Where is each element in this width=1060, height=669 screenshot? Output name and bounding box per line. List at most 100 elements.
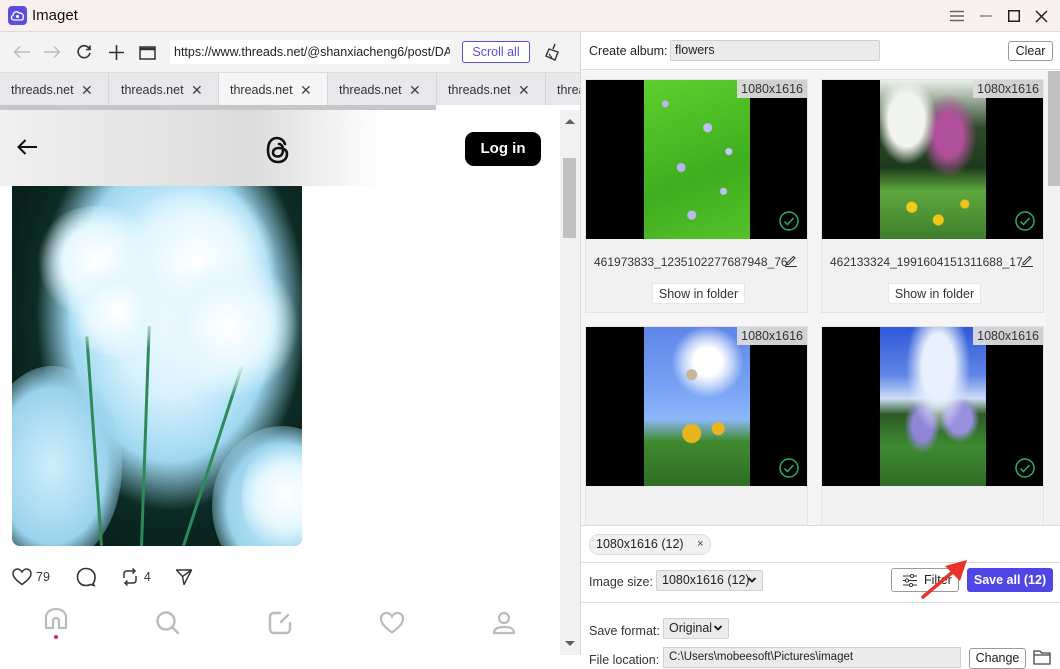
like-button[interactable]: 79 (12, 568, 50, 586)
resolution-badge: 1080x1616 (973, 327, 1043, 345)
chip-remove-icon[interactable]: × (697, 535, 703, 554)
save-format-label: Save format: (589, 624, 660, 638)
scroll-all-button[interactable]: Scroll all (462, 41, 530, 63)
tab-close-icon[interactable]: ✕ (300, 73, 312, 105)
url-input[interactable]: https://www.threads.net/@shanxiacheng6/p… (170, 40, 450, 64)
edit-pencil-icon[interactable] (784, 253, 798, 267)
album-name-input[interactable]: flowers (670, 40, 880, 61)
output-settings: Save format: Original File location: C:\… (581, 603, 1060, 669)
app-logo-icon (8, 6, 27, 25)
clear-broom-icon[interactable] (543, 42, 563, 62)
open-folder-icon[interactable] (1033, 649, 1051, 665)
create-album-label: Create album: (589, 44, 668, 58)
check-circle-icon[interactable] (1015, 211, 1035, 231)
profile-icon[interactable] (489, 608, 519, 638)
tab-3-active[interactable]: threads.net ✕ (219, 73, 328, 105)
show-in-folder-button[interactable]: Show in folder (888, 283, 981, 304)
image-card[interactable]: 1080x1616 461973833_1235102277687948_76 … (585, 79, 808, 313)
tab-2[interactable]: threads.net ✕ (110, 73, 219, 105)
title-bar: Imaget (0, 0, 1060, 32)
tab-close-icon[interactable]: ✕ (409, 73, 421, 105)
tab-close-icon[interactable]: ✕ (518, 73, 530, 105)
search-icon[interactable] (153, 608, 183, 638)
app-title: Imaget (32, 7, 78, 24)
resolution-badge: 1080x1616 (737, 80, 807, 98)
check-circle-icon[interactable] (779, 458, 799, 478)
show-in-folder-button[interactable]: Show in folder (652, 283, 745, 304)
image-filename: 462133324_1991604151311688_17 (830, 255, 1023, 269)
close-icon[interactable] (1031, 6, 1051, 26)
image-thumbnail[interactable]: 1080x1616 (822, 327, 1043, 486)
chevron-down-icon (713, 619, 723, 645)
tab-bar: threads.net ✕ threads.net ✕ threads.net ✕ t… (0, 72, 580, 105)
minimize-icon[interactable] (976, 6, 996, 26)
image-size-label: Image size: (589, 575, 653, 589)
photo-agapanthus-ferris-wheel (880, 327, 986, 486)
save-format-select[interactable]: Original (663, 618, 729, 639)
size-filter-chip[interactable]: 1080x1616 (12) × (589, 534, 711, 555)
maximize-icon[interactable] (1004, 6, 1024, 26)
reposts-count: 4 (143, 570, 151, 584)
tab-1[interactable]: threads.net ✕ (0, 73, 109, 105)
gallery-scrollbar-thumb[interactable] (1048, 71, 1060, 186)
home-icon[interactable] (41, 607, 71, 639)
imaget-panel: Create album: flowers Clear 1080x1616 46… (580, 32, 1060, 669)
compose-icon[interactable] (265, 608, 295, 638)
back-icon[interactable] (11, 41, 33, 63)
image-thumbnail[interactable]: 1080x1616 (822, 80, 1043, 239)
post-image[interactable] (12, 186, 302, 546)
repost-button[interactable]: 4 (120, 567, 151, 587)
image-gallery: 1080x1616 461973833_1235102277687948_76 … (581, 71, 1060, 525)
save-all-button[interactable]: Save all (12) (967, 568, 1053, 592)
threads-logo-icon[interactable] (263, 134, 293, 171)
photo-garden-trees-sunflowers (880, 80, 986, 239)
create-album-row: Create album: flowers Clear (581, 32, 1060, 70)
send-icon (175, 569, 193, 586)
reload-icon[interactable] (73, 41, 95, 63)
image-thumbnail[interactable]: 1080x1616 (586, 327, 807, 486)
change-location-button[interactable]: Change (969, 648, 1026, 669)
check-circle-icon[interactable] (779, 211, 799, 231)
threads-page: Log in 79 4 (0, 110, 560, 655)
menu-icon[interactable] (947, 6, 967, 26)
image-size-select[interactable]: 1080x1616 (12) (656, 570, 763, 591)
file-location-label: File location: (589, 653, 660, 667)
threads-header: Log in (0, 110, 560, 186)
page-scrollbar-thumb[interactable] (563, 158, 576, 238)
tab-6[interactable]: threads.net (546, 73, 580, 105)
share-button[interactable] (175, 568, 193, 586)
tab-5[interactable]: threads.net ✕ (437, 73, 546, 105)
image-card[interactable]: 1080x1616 (585, 326, 808, 525)
file-location-input[interactable]: C:\Users\mobeesoft\Pictures\imaget (663, 647, 961, 668)
image-card[interactable]: 1080x1616 (821, 326, 1044, 525)
clear-button[interactable]: Clear (1008, 41, 1053, 61)
window-icon[interactable] (136, 41, 158, 63)
scroll-up-arrow-icon[interactable] (565, 119, 575, 124)
filter-button[interactable]: Filter (891, 568, 959, 592)
active-filters-row: 1080x1616 (12) × (581, 525, 1060, 563)
forward-icon[interactable] (41, 41, 63, 63)
activity-heart-icon[interactable] (377, 608, 407, 638)
photo-purple-flowers-on-grass (644, 80, 750, 239)
scroll-down-arrow-icon[interactable] (565, 641, 575, 646)
gallery-scrollbar[interactable] (1046, 71, 1060, 525)
comment-button[interactable] (76, 567, 96, 587)
image-thumbnail[interactable]: 1080x1616 (586, 80, 807, 239)
image-size-row: Image size: 1080x1616 (12) Filter Save a… (581, 563, 1060, 603)
image-card[interactable]: 1080x1616 462133324_1991604151311688_17 … (821, 79, 1044, 313)
page-scrollbar[interactable] (560, 110, 580, 655)
resolution-badge: 1080x1616 (973, 80, 1043, 98)
new-tab-icon[interactable] (105, 41, 127, 63)
tab-close-icon[interactable]: ✕ (191, 73, 203, 105)
check-circle-icon[interactable] (1015, 458, 1035, 478)
photo-sunflowers-sky (644, 327, 750, 486)
edit-pencil-icon[interactable] (1020, 253, 1034, 267)
tab-close-icon[interactable]: ✕ (81, 73, 93, 105)
sliders-icon (903, 574, 917, 587)
image-filename: 461973833_1235102277687948_76 (594, 255, 788, 269)
tab-4[interactable]: threads.net ✕ (328, 73, 437, 105)
login-button[interactable]: Log in (465, 132, 541, 166)
threads-bottom-nav (0, 600, 560, 655)
post-actions: 79 4 (12, 566, 211, 588)
back-arrow-icon[interactable] (16, 138, 38, 161)
